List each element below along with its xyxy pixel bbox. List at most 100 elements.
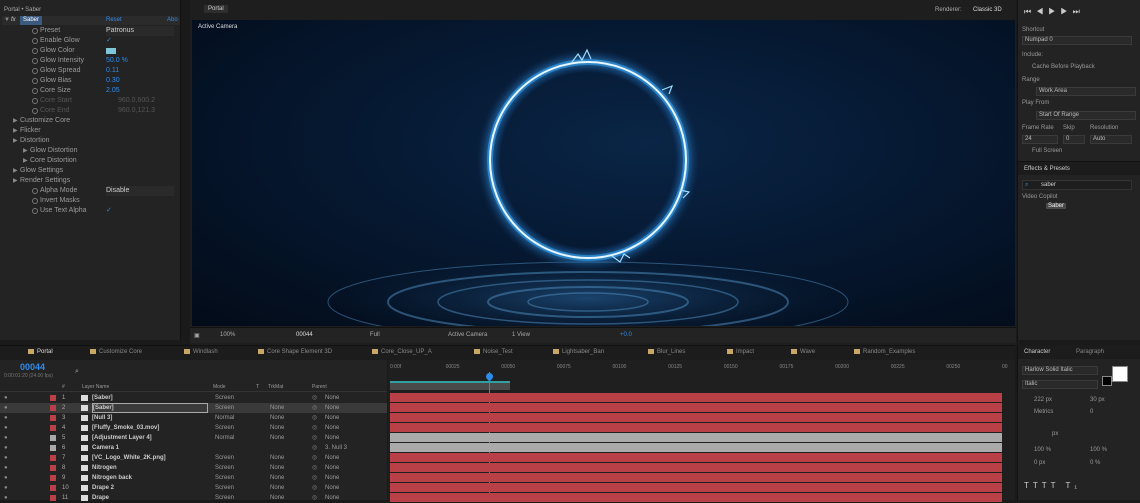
parent-pickwhip-icon[interactable]: ◎ — [312, 433, 317, 443]
layer-duration-bar[interactable] — [390, 483, 1002, 492]
effect-property-row[interactable]: ▶ Core Distortion — [0, 156, 181, 166]
layer-row[interactable]: ● 1 [Saber] Screen ◎ None — [0, 393, 387, 403]
layer-mode-dropdown[interactable]: Screen — [215, 493, 234, 503]
effect-property-row[interactable]: ▶ Customize Core — [0, 116, 181, 126]
layer-mode-dropdown[interactable]: Screen — [215, 483, 234, 493]
layer-name[interactable]: Drape — [92, 493, 109, 503]
viewer-timecode[interactable]: 00044 — [296, 332, 313, 338]
layer-parent-dropdown[interactable]: None — [325, 433, 339, 443]
effect-property-row[interactable]: Glow Color — [0, 46, 181, 56]
viewer-tab-portal[interactable]: Portal — [204, 5, 228, 13]
kerning-field[interactable]: Metrics — [1034, 409, 1053, 415]
visibility-eye-icon[interactable]: ● — [4, 433, 8, 443]
snapshot-icon[interactable]: ▣ — [194, 332, 200, 339]
effect-property-row[interactable]: Alpha Mode Disable — [0, 186, 181, 196]
font-size-field[interactable]: 222 px — [1034, 397, 1052, 403]
effect-property-row[interactable]: Invert Masks — [0, 196, 181, 206]
effect-property-row[interactable]: Core End 960.0,121.3 — [0, 106, 181, 116]
stopwatch-icon[interactable] — [32, 48, 38, 54]
expand-triangle-icon[interactable]: ▶ — [13, 166, 18, 176]
layer-name[interactable]: Camera 1 — [92, 443, 119, 453]
font-family-dropdown[interactable]: Harlow Solid Italic — [1022, 366, 1098, 375]
exposure-value[interactable]: +0.0 — [620, 332, 632, 338]
full-screen-checkbox[interactable]: Full Screen — [1032, 148, 1062, 154]
layer-label-color[interactable] — [50, 455, 56, 461]
layer-parent-dropdown[interactable]: None — [325, 403, 339, 413]
layer-row[interactable]: ● 11 Drape Screen None ◎ None — [0, 493, 387, 503]
leading-field[interactable]: 30 px — [1090, 397, 1105, 403]
layer-trkmat-dropdown[interactable]: None — [270, 483, 284, 493]
stopwatch-icon[interactable] — [32, 208, 38, 214]
layer-parent-dropdown[interactable]: None — [325, 463, 339, 473]
effects-search-input[interactable]: ⌕ saber — [1022, 180, 1132, 190]
effect-property-value[interactable]: 960.0,600.2 — [118, 96, 155, 106]
comp-tab[interactable]: Windlash — [184, 349, 218, 355]
comp-tab[interactable]: Impact — [727, 349, 754, 355]
effect-property-value[interactable]: 960.0,121.3 — [118, 106, 155, 116]
layer-duration-bar[interactable] — [390, 393, 1002, 402]
layer-duration-bar[interactable] — [390, 473, 1002, 482]
effect-property-value[interactable]: Patronus — [106, 26, 174, 36]
range-dropdown[interactable]: Work Area — [1036, 87, 1136, 96]
baseline-shift-field[interactable]: 0 px — [1034, 460, 1045, 466]
layer-trkmat-dropdown[interactable]: None — [270, 413, 284, 423]
layer-name[interactable]: [Fluffy_Smoke_03.mov] — [92, 423, 159, 433]
stopwatch-icon[interactable] — [32, 38, 38, 44]
about-link[interactable]: Abo — [167, 17, 178, 23]
views-dropdown[interactable]: 1 View — [512, 332, 530, 338]
parent-pickwhip-icon[interactable]: ◎ — [312, 473, 317, 483]
zoom-dropdown[interactable]: 100% — [220, 332, 235, 338]
layer-row[interactable]: ● 6 Camera 1 ◎ 3. Null 3 — [0, 443, 387, 453]
play-from-dropdown[interactable]: Start Of Range — [1036, 111, 1136, 120]
layer-parent-dropdown[interactable]: None — [325, 453, 339, 463]
playhead-icon[interactable] — [484, 371, 495, 382]
parent-pickwhip-icon[interactable]: ◎ — [312, 483, 317, 493]
layer-duration-bar[interactable] — [390, 493, 1002, 502]
stopwatch-icon[interactable] — [32, 78, 38, 84]
visibility-eye-icon[interactable]: ● — [4, 403, 8, 413]
stroke-unit-dropdown[interactable]: px — [1052, 431, 1058, 437]
effect-property-row[interactable]: ▶ Distortion — [0, 136, 181, 146]
layer-name[interactable]: Nitrogen back — [92, 473, 132, 483]
layer-name[interactable]: Drape 2 — [92, 483, 114, 493]
effect-property-row[interactable]: Enable Glow ✓ — [0, 36, 181, 46]
comp-tab[interactable]: Core Shape Element 3D — [258, 349, 332, 355]
parent-pickwhip-icon[interactable]: ◎ — [312, 413, 317, 423]
effect-property-value[interactable]: 0.30 — [106, 76, 120, 86]
effect-property-row[interactable]: Glow Bias 0.30 — [0, 76, 181, 86]
stopwatch-icon[interactable] — [32, 58, 38, 64]
horizontal-scale-field[interactable]: 100 % — [1090, 447, 1107, 453]
saber-effect-item[interactable]: Saber — [1046, 203, 1067, 209]
layer-mode-dropdown[interactable]: Screen — [215, 403, 234, 413]
layer-label-color[interactable] — [50, 495, 56, 501]
visibility-eye-icon[interactable]: ● — [4, 463, 8, 473]
comp-tab[interactable]: Noise_Test — [474, 349, 513, 355]
visibility-eye-icon[interactable]: ● — [4, 393, 8, 403]
visibility-eye-icon[interactable]: ● — [4, 443, 8, 453]
layer-trkmat-dropdown[interactable]: None — [270, 493, 284, 503]
comp-tab[interactable]: Portal — [28, 349, 53, 355]
stopwatch-icon[interactable] — [32, 68, 38, 74]
layer-trkmat-dropdown[interactable]: None — [270, 473, 284, 483]
parent-pickwhip-icon[interactable]: ◎ — [312, 403, 317, 413]
layer-duration-bar[interactable] — [390, 413, 1002, 422]
layer-name[interactable]: [Saber] — [92, 393, 113, 403]
visibility-eye-icon[interactable]: ● — [4, 423, 8, 433]
effect-property-value[interactable]: ✓ — [106, 206, 112, 216]
layer-search-icon[interactable]: ⌕ — [75, 368, 79, 376]
stopwatch-icon[interactable] — [32, 188, 38, 194]
effects-presets-title[interactable]: Effects & Presets — [1024, 166, 1070, 172]
layer-duration-bar[interactable] — [390, 453, 1002, 462]
resolution-dropdown[interactable]: Auto — [1090, 135, 1132, 144]
effect-property-value[interactable]: 2.05 — [106, 86, 120, 96]
effect-property-row[interactable]: Use Text Alpha ✓ — [0, 206, 181, 216]
effect-property-value[interactable]: Disable — [106, 186, 174, 196]
layer-label-color[interactable] — [50, 465, 56, 471]
parent-pickwhip-icon[interactable]: ◎ — [312, 443, 317, 453]
layer-row[interactable]: ● 10 Drape 2 Screen None ◎ None — [0, 483, 387, 493]
layer-mode-dropdown[interactable]: Screen — [215, 473, 234, 483]
expand-triangle-icon[interactable]: ▶ — [13, 176, 18, 186]
time-ruler[interactable]: 0:00f 00025 00050 00075 00100 00125 00150 00175… — [388, 364, 1015, 372]
layer-row[interactable]: ● 2 [Saber] Screen None ◎ None — [0, 403, 387, 413]
layer-label-color[interactable] — [50, 415, 56, 421]
